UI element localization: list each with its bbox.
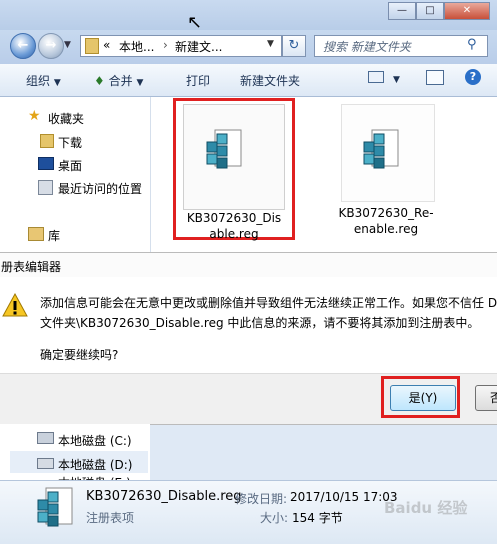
address-dropdown-icon[interactable]: ▼ [267,39,274,49]
no-button[interactable]: 否 [475,385,497,411]
yes-button[interactable]: 是(Y) [390,385,456,411]
registry-file-icon[interactable] [205,128,245,172]
dialog-title: 册表编辑器 [1,260,62,274]
back-button[interactable]: ← [10,33,36,59]
recent-places-icon [38,180,53,195]
nav-drive-d[interactable]: 本地磁盘 (D:) [58,456,132,473]
library-icon [28,227,44,241]
organize-label: 组织 [26,74,51,88]
nav-libraries[interactable]: 库 [48,227,60,244]
dialog-message-line1: 添加信息可能会在无意中更改或删除值并导致组件无法继续正常工作。如果您不信任 D [40,296,497,310]
nav-downloads[interactable]: 下载 [58,134,82,151]
view-chevron-icon[interactable]: ▼ [393,75,400,85]
registry-file-icon [37,487,73,527]
details-filename: KB3072630_Disable.reg [86,489,242,504]
folder-icon [85,38,99,54]
new-folder-button[interactable]: 新建文件夹 [240,72,300,89]
nav-desktop[interactable]: 桌面 [58,157,82,174]
maximize-button[interactable]: □ [416,2,444,20]
file-name-disable[interactable]: KB3072630_Dis able.reg [178,210,290,242]
dialog-body: 添加信息可能会在无意中更改或删除值并导致组件无法继续正常工作。如果您不信任 D … [0,277,497,373]
file-name-line: enable.reg [353,222,419,236]
nav-recent-places[interactable]: 最近访问的位置 [58,180,142,197]
address-segment-drive[interactable]: 本地... [119,38,154,55]
details-modified-value: 2017/10/15 17:03 [290,490,398,504]
details-modified-label: 修改日期: [235,492,288,506]
search-input[interactable]: 搜索 新建文件夹 ⚲ [314,35,488,57]
recent-pages-chevron-icon[interactable]: ▼ [64,40,71,50]
details-size-value: 154 字节 [292,511,343,525]
chevron-down-icon: ▼ [53,78,61,88]
dialog-message-line2: 文件夹\KB3072630_Disable.reg 中此信息的来源，请不要将其添… [40,316,480,330]
nav-favorites[interactable]: 收藏夹 [48,110,84,127]
drive-c-icon [37,432,54,444]
address-segment-folder[interactable]: 新建文... [175,38,222,55]
file-name-line: KB3072630_Re- [338,206,434,220]
address-separator: › [163,38,168,52]
file-name-line: able.reg [209,227,259,241]
refresh-button[interactable]: ↻ [282,35,306,57]
help-icon[interactable]: ? [465,69,481,85]
warning-icon [2,293,28,317]
star-icon: ★ [28,108,41,124]
downloads-folder-icon [40,134,54,148]
details-filetype: 注册表项 [86,511,135,525]
search-placeholder: 搜索 新建文件夹 [323,40,411,54]
drive-d-icon [37,458,54,469]
address-prefix: « [103,38,111,52]
print-button[interactable]: 打印 [186,72,210,89]
desktop-icon [38,157,54,170]
organize-menu[interactable]: 组织 ▼ [26,72,61,89]
dialog-question: 确定要继续吗? [40,348,119,362]
close-button[interactable]: ✕ [444,2,490,20]
watermark: Baidu 经验 [384,499,468,517]
minimize-button[interactable]: — [388,2,416,20]
chevron-down-icon: ▼ [136,78,144,88]
preview-pane-icon[interactable] [426,70,444,85]
file-name-line: KB3072630_Dis [186,211,282,225]
details-size-label: 大小: [260,511,289,525]
view-options-icon[interactable] [368,71,384,83]
file-name-reenable[interactable]: KB3072630_Re- enable.reg [330,205,442,237]
registry-file-icon[interactable] [362,128,402,172]
merge-menu[interactable]: ♦ 合并 ▼ [94,72,143,89]
merge-icon: ♦ [94,74,105,88]
forward-button[interactable]: → [38,33,64,59]
nav-drive-c[interactable]: 本地磁盘 (C:) [58,432,132,449]
search-icon: ⚲ [467,37,477,52]
merge-label: 合并 [108,74,133,88]
dialog-titlebar: 册表编辑器 [0,252,497,278]
address-bar[interactable]: « 本地... › 新建文... ▼ [80,35,282,57]
